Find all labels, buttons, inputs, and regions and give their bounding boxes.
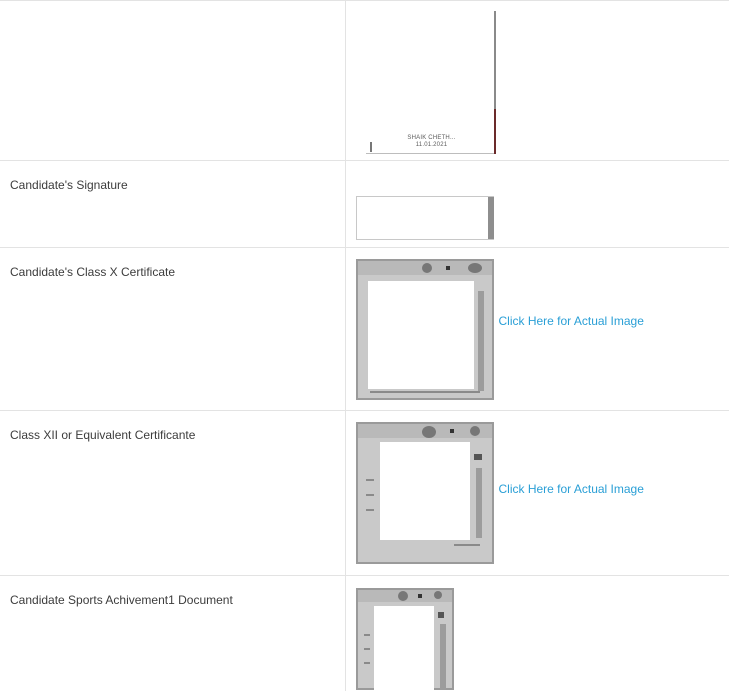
class-xii-certificate-thumbnail[interactable] <box>355 422 494 564</box>
candidate-photo-image: SHAIK CHETH... 11.01.2021 <box>355 11 496 154</box>
image-cell <box>345 160 729 248</box>
scan-edge <box>437 612 444 618</box>
view-actual-image-link[interactable]: Click Here for Actual Image <box>499 482 644 496</box>
image-cell: Click Here for Actual Image <box>345 410 729 576</box>
candidate-signature-image <box>355 196 494 240</box>
scan-edge <box>493 109 496 154</box>
photo-name-stamp: SHAIK CHETH... 11.01.2021 <box>384 135 480 149</box>
image-cell: Click Here for Actual Image <box>345 247 729 411</box>
emblem-icon <box>445 266 450 270</box>
scan-edge <box>475 468 482 538</box>
table-row: Candidate Sports Achivement1 Document <box>0 575 729 691</box>
image-cell: SHAIK CHETH... 11.01.2021 <box>345 0 729 161</box>
table-row: Candidate's Signature <box>0 160 729 248</box>
scan-edge <box>365 509 374 511</box>
seal-icon <box>467 263 482 273</box>
seal-icon <box>421 263 432 273</box>
certificate-paper <box>373 606 434 690</box>
image-cell <box>345 575 729 691</box>
scan-edge <box>365 153 494 154</box>
scan-edge <box>363 662 370 664</box>
row-label: Class XII or Equivalent Certificante <box>0 410 346 576</box>
row-label: Candidate's Signature <box>0 160 346 248</box>
scan-edge <box>439 624 446 690</box>
scan-edge <box>363 648 370 650</box>
sports-achievement-document-thumbnail[interactable] <box>355 588 454 690</box>
class-x-certificate-thumbnail[interactable] <box>355 259 494 400</box>
stamp-name: SHAIK CHETH... <box>407 135 456 141</box>
scan-edge <box>453 544 480 546</box>
certificate-paper <box>379 442 470 540</box>
view-actual-image-link[interactable]: Click Here for Actual Image <box>499 314 644 328</box>
table-row: Candidate's Class X Certificate Click He… <box>0 247 729 411</box>
stamp-date: 11.01.2021 <box>415 142 448 148</box>
emblem-icon <box>449 429 454 433</box>
scan-edge <box>365 494 374 496</box>
scan-edge <box>477 291 484 391</box>
scan-edge <box>365 479 374 481</box>
row-label: Candidate Sports Achivement1 Document <box>0 575 346 691</box>
row-label <box>0 0 346 161</box>
emblem-icon <box>417 594 422 598</box>
seal-icon <box>469 426 480 436</box>
scan-edge <box>473 454 482 460</box>
seal-icon <box>397 591 408 601</box>
table-row: Class XII or Equivalent Certificante Cli… <box>0 410 729 576</box>
table-row: SHAIK CHETH... 11.01.2021 <box>0 0 729 161</box>
scan-edge <box>487 197 494 239</box>
seal-icon <box>433 591 442 599</box>
documents-table: SHAIK CHETH... 11.01.2021 Candidate's Si… <box>0 0 729 691</box>
scan-edge <box>363 634 370 636</box>
seal-icon <box>421 426 436 438</box>
scan-edge <box>369 391 480 393</box>
certificate-paper <box>367 281 474 389</box>
row-label: Candidate's Class X Certificate <box>0 247 346 411</box>
scan-edge <box>369 142 372 152</box>
